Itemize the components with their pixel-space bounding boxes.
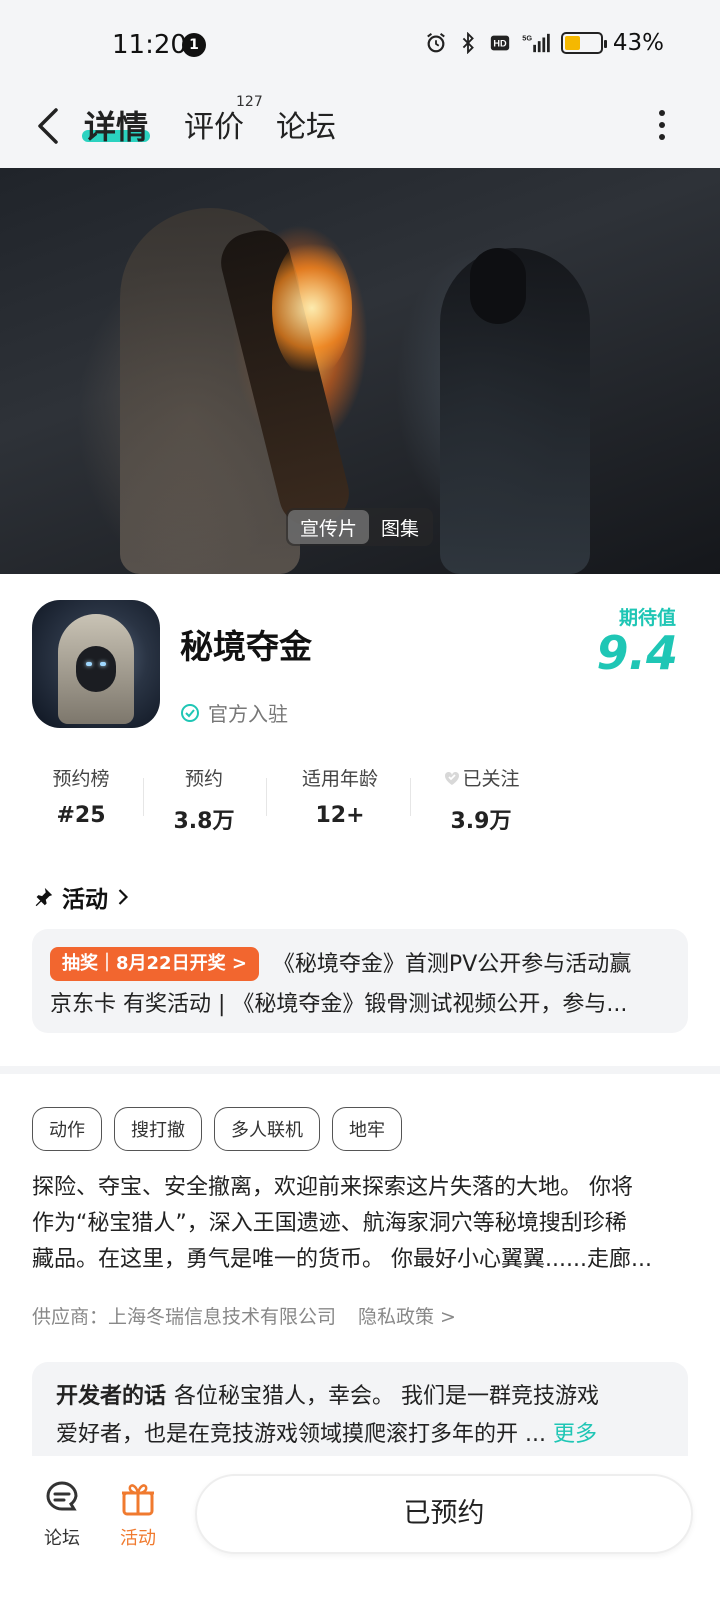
hero-flame bbox=[272, 238, 352, 378]
media-tab-trailer[interactable]: 宣传片 bbox=[288, 510, 370, 544]
description-line: 作为“秘宝猎人”，深入王国遗迹、航海家洞穴等秘境搜刮珍稀 bbox=[32, 1211, 627, 1236]
media-switcher: 宣传片 图集 bbox=[286, 508, 434, 546]
tag-list: 动作 搜打撤 多人联机 地牢 bbox=[32, 1107, 402, 1151]
official-badge: 官方入驻 bbox=[180, 698, 288, 727]
back-arrow-icon[interactable] bbox=[32, 104, 72, 148]
section-divider bbox=[0, 1066, 720, 1074]
stat-follow[interactable]: 已关注 3.9万 bbox=[436, 764, 526, 835]
review-count-badge: 127 bbox=[236, 94, 263, 110]
stat-rank-label: 预约榜 bbox=[52, 768, 110, 790]
media-tab-gallery[interactable]: 图集 bbox=[369, 510, 431, 544]
tab-details[interactable]: 详情 bbox=[84, 102, 148, 148]
activity-line-1: 抽奖｜8月22日开奖 > 《秘境夺金》首测PV公开参与活动赢 bbox=[50, 945, 670, 985]
stat-divider bbox=[410, 778, 411, 816]
forum-chat-icon bbox=[46, 1481, 78, 1511]
gift-icon bbox=[122, 1484, 154, 1516]
battery-icon bbox=[560, 32, 607, 54]
stat-rank-value: #25 bbox=[56, 803, 106, 828]
tag-item[interactable]: 多人联机 bbox=[214, 1107, 320, 1151]
battery-percent: 43% bbox=[612, 30, 664, 56]
bottom-forum-label: 论坛 bbox=[44, 1528, 80, 1549]
bottom-activity-button[interactable]: 活动 bbox=[108, 1478, 168, 1550]
stat-rank[interactable]: 预约榜 #25 bbox=[50, 764, 112, 828]
alarm-icon bbox=[427, 33, 445, 53]
developer-title: 开发者的话 bbox=[56, 1384, 167, 1409]
privacy-policy-link[interactable]: 隐私政策 > bbox=[358, 1302, 456, 1329]
stat-follow-label: 已关注 bbox=[436, 764, 526, 791]
expect-score: 9.4 bbox=[596, 626, 679, 680]
tab-reviews[interactable]: 评价 bbox=[184, 102, 244, 146]
stat-reservations-label: 预约 bbox=[184, 768, 223, 790]
supplier-text: 供应商：上海冬瑞信息技术有限公司 bbox=[32, 1306, 337, 1328]
official-label: 官方入驻 bbox=[208, 702, 288, 726]
status-time: 11:20 bbox=[112, 30, 187, 60]
developer-line-1: 开发者的话 各位秘宝猎人，幸会。 我们是一群竞技游戏 bbox=[56, 1378, 664, 1416]
game-icon-face bbox=[76, 646, 116, 692]
tag-item[interactable]: 动作 bbox=[32, 1107, 102, 1151]
activity-line-2: 京东卡 有奖活动 | 《秘境夺金》锻骨测试视频公开，参与... bbox=[50, 992, 628, 1017]
stat-age: 适用年龄 12+ bbox=[292, 764, 388, 828]
developer-more-link[interactable]: 更多 bbox=[553, 1422, 597, 1447]
description-line: 探险、夺宝、安全撤离，欢迎前来探索这片失落的大地。 你将 bbox=[32, 1175, 633, 1200]
tab-forum[interactable]: 论坛 bbox=[276, 102, 336, 146]
tab-details-label: 详情 bbox=[84, 108, 149, 146]
stat-reservations: 预约 3.8万 bbox=[168, 764, 240, 835]
bluetooth-icon bbox=[462, 32, 474, 54]
activity-title: 活动 bbox=[62, 887, 108, 913]
activity-text-1: 《秘境夺金》首测PV公开参与活动赢 bbox=[272, 952, 632, 977]
status-icons: HD 5G 43% bbox=[425, 30, 664, 56]
bottom-forum-button[interactable]: 论坛 bbox=[32, 1478, 92, 1550]
game-description[interactable]: 探险、夺宝、安全撤离，欢迎前来探索这片失落的大地。 你将 作为“秘宝猎人”，深入… bbox=[32, 1170, 688, 1278]
developer-note-card[interactable]: 开发者的话 各位秘宝猎人，幸会。 我们是一群竞技游戏 爱好者，也是在竞技游戏领域摸… bbox=[32, 1362, 688, 1462]
pin-icon bbox=[35, 887, 53, 907]
tab-forum-label: 论坛 bbox=[276, 110, 336, 145]
tag-item[interactable]: 搜打撤 bbox=[114, 1107, 202, 1151]
game-icon-eye bbox=[100, 662, 106, 666]
stat-age-label: 适用年龄 bbox=[301, 768, 378, 790]
top-nav: 详情 评价 127 论坛 bbox=[0, 90, 720, 168]
svg-text:5G: 5G bbox=[522, 33, 532, 42]
tab-reviews-label: 评价 bbox=[184, 110, 244, 145]
stat-follow-value: 3.9万 bbox=[450, 809, 512, 834]
stat-divider bbox=[143, 778, 144, 816]
supplier-row: 供应商：上海冬瑞信息技术有限公司 隐私政策 > bbox=[32, 1302, 456, 1329]
more-options-icon[interactable] bbox=[656, 108, 668, 142]
activity-header[interactable]: 活动 bbox=[32, 880, 130, 914]
hd-icon: HD bbox=[490, 35, 510, 51]
status-bar: 11:20 1 HD 5G 43% bbox=[0, 0, 720, 90]
heart-check-icon bbox=[445, 771, 460, 785]
game-icon-eye bbox=[86, 662, 92, 666]
hero-figure-head bbox=[470, 248, 526, 324]
developer-line-2: 爱好者，也是在竞技游戏领域摸爬滚打多年的开 ... 更多 bbox=[56, 1416, 664, 1454]
bottom-bar: 论坛 活动 已预约 bbox=[0, 1456, 720, 1600]
developer-text-2: 爱好者，也是在竞技游戏领域摸爬滚打多年的开 ... bbox=[56, 1422, 546, 1447]
svg-text:HD: HD bbox=[493, 39, 507, 49]
stat-reservations-value: 3.8万 bbox=[173, 809, 235, 834]
lottery-badge[interactable]: 抽奖｜8月22日开奖 > bbox=[50, 947, 259, 981]
stat-follow-text: 已关注 bbox=[462, 768, 520, 790]
chevron-right-icon bbox=[118, 889, 129, 905]
bottom-activity-label: 活动 bbox=[120, 1528, 156, 1549]
verified-check-icon bbox=[181, 703, 199, 722]
notification-count-icon: 1 bbox=[182, 33, 206, 57]
stat-divider bbox=[266, 778, 267, 816]
game-icon bbox=[32, 600, 160, 728]
tag-item[interactable]: 地牢 bbox=[332, 1107, 402, 1151]
game-title: 秘境夺金 bbox=[180, 627, 312, 666]
reserved-button[interactable]: 已预约 bbox=[195, 1474, 693, 1554]
description-line: 藏品。在这里，勇气是唯一的货币。 你最好小心翼翼......走廊... bbox=[32, 1247, 652, 1272]
stat-age-value: 12+ bbox=[315, 803, 365, 828]
developer-text-1: 各位秘宝猎人，幸会。 我们是一群竞技游戏 bbox=[174, 1384, 600, 1409]
activity-card[interactable]: 抽奖｜8月22日开奖 > 《秘境夺金》首测PV公开参与活动赢 京东卡 有奖活动 |… bbox=[32, 929, 688, 1033]
hero-video[interactable]: 宣传片 图集 bbox=[0, 168, 720, 574]
signal-5g-icon: 5G bbox=[522, 33, 550, 53]
